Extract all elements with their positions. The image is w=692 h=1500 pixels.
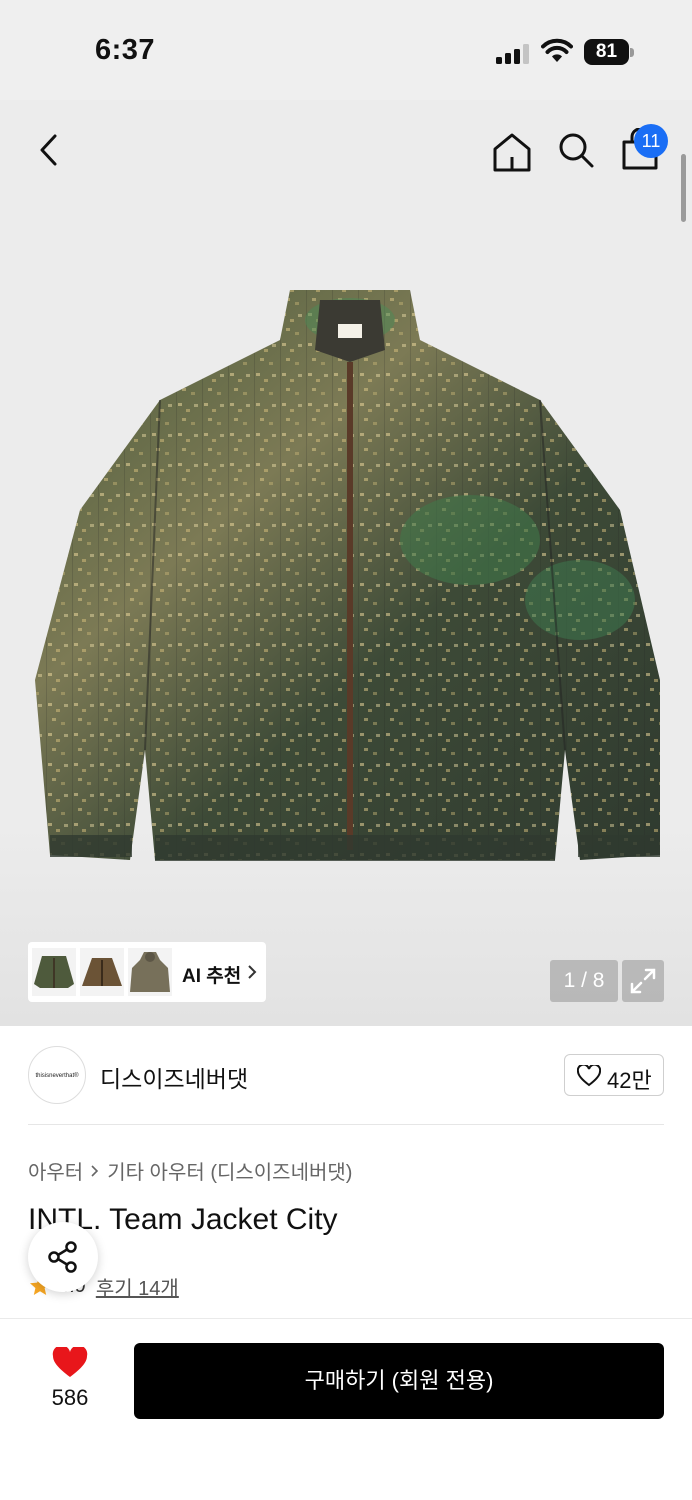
status-time: 6:37: [95, 34, 156, 66]
chevron-right-icon: [91, 1164, 99, 1177]
recommend-thumb-3[interactable]: [128, 948, 172, 996]
home-icon[interactable]: [490, 130, 534, 174]
divider: [28, 1124, 664, 1125]
status-bar: 6:37 81: [0, 0, 692, 100]
scrollbar: [681, 154, 686, 222]
product-image[interactable]: [20, 280, 680, 890]
breadcrumb-category[interactable]: 아우터: [28, 1156, 83, 1185]
expand-icon: [630, 968, 656, 994]
brand-logo[interactable]: thisisneverthat®: [28, 1046, 86, 1104]
expand-image-button[interactable]: [622, 960, 664, 1002]
recommend-thumb-1[interactable]: [32, 948, 76, 996]
brand-like-count: 42만: [607, 1068, 652, 1093]
search-icon[interactable]: [556, 130, 596, 170]
ai-recommend-strip[interactable]: AI 추천: [28, 942, 266, 1002]
battery-icon: 81: [584, 39, 634, 65]
brand-name[interactable]: 디스이즈네버댓: [100, 1060, 248, 1094]
wifi-icon: [541, 38, 573, 62]
brand-like-button[interactable]: 42만: [564, 1054, 664, 1096]
share-icon: [48, 1241, 77, 1273]
heart-outline-icon: [577, 1065, 601, 1087]
wish-count: 586: [51, 1385, 89, 1410]
recommend-thumb-2[interactable]: [80, 948, 124, 996]
cellular-signal-icon: [496, 44, 529, 64]
battery-level: 81: [584, 39, 629, 65]
buy-button[interactable]: 구매하기 (회원 전용): [134, 1343, 664, 1419]
product-gallery[interactable]: 11 AI 추천 1 / 8: [0, 100, 692, 1026]
chevron-right-icon: [248, 965, 257, 979]
review-count-link[interactable]: 후기 14개: [96, 1272, 179, 1301]
image-page-indicator: 1 / 8: [550, 960, 618, 1002]
heart-filled-icon[interactable]: [52, 1347, 88, 1379]
back-chevron-icon[interactable]: [30, 130, 70, 170]
share-button[interactable]: [28, 1222, 98, 1292]
breadcrumb: 아우터 기타 아우터 (디스이즈네버댓): [28, 1156, 352, 1185]
brand-row[interactable]: thisisneverthat® 디스이즈네버댓 42만: [0, 1026, 692, 1126]
cart-count-badge: 11: [634, 124, 668, 158]
breadcrumb-subcategory[interactable]: 기타 아우터 (디스이즈네버댓): [107, 1156, 352, 1185]
bottom-action-bar: 586 구매하기 (회원 전용): [0, 1318, 692, 1500]
ai-recommend-label: AI 추천: [182, 966, 242, 987]
